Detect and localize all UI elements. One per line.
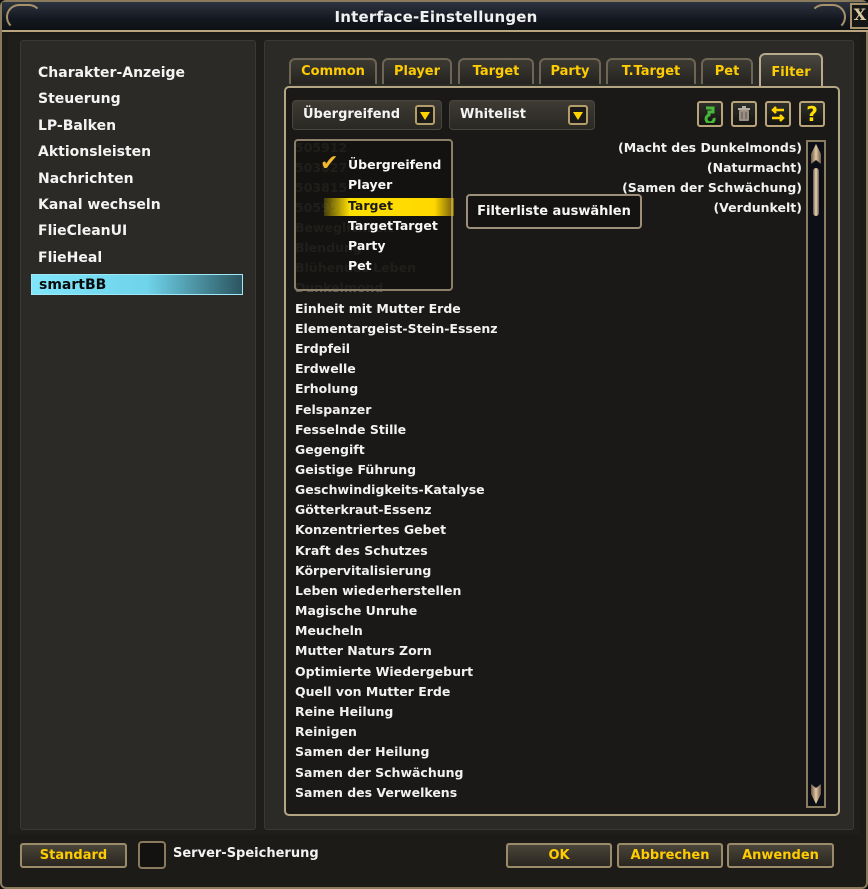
tab-target[interactable]: Target <box>458 58 534 84</box>
server-save-checkbox[interactable] <box>138 841 166 869</box>
list-item[interactable]: Gegengift <box>295 440 365 460</box>
right-list-item[interactable]: (Samen der Schwächung) <box>622 178 802 198</box>
delete-button[interactable] <box>731 101 757 127</box>
window-title: Interface-Einstellungen <box>334 8 538 26</box>
sidebar-item-nachrichten[interactable]: Nachrichten <box>31 169 243 190</box>
tab-party[interactable]: Party <box>539 58 601 84</box>
scope-select-value: Übergreifend <box>303 107 401 122</box>
right-list-item[interactable]: (Verdunkelt) <box>713 198 802 218</box>
list-item[interactable]: Geistige Führung <box>295 460 416 480</box>
list-item[interactable]: Götterkraut-Essenz <box>295 500 432 520</box>
list-item[interactable]: Körpervitalisierung <box>295 561 431 581</box>
dropdown-option-party[interactable]: Party <box>348 236 386 256</box>
scroll-up-arrow-icon[interactable] <box>811 144 821 164</box>
list-item[interactable]: Samen des Verwelkens <box>295 783 457 803</box>
ok-button[interactable]: OK <box>506 843 612 868</box>
list-item[interactable]: Konzentriertes Gebet <box>295 520 446 540</box>
tab-player[interactable]: Player <box>382 58 452 84</box>
mode-select-value: Whitelist <box>460 107 526 122</box>
tab-common[interactable]: Common <box>289 58 377 84</box>
swap-button[interactable] <box>765 101 791 127</box>
sidebar-item-lp-balken[interactable]: LP-Balken <box>31 116 243 137</box>
list-item[interactable]: Optimierte Wiedergeburt <box>295 662 473 682</box>
chevron-down-icon[interactable] <box>415 105 435 125</box>
right-list-item[interactable]: (Naturmacht) <box>707 158 802 178</box>
list-item[interactable]: Felspanzer <box>295 400 371 420</box>
reset-button[interactable] <box>697 101 723 127</box>
list-item[interactable]: Fesselnde Stille <box>295 420 406 440</box>
right-list-item[interactable]: (Macht des Dunkelmonds) <box>618 138 802 158</box>
standard-button[interactable]: Standard <box>20 843 127 868</box>
list-item[interactable]: Erdwelle <box>295 359 356 379</box>
sidebar-item-charakter-anzeige[interactable]: Charakter-Anzeige <box>31 63 243 84</box>
list-item[interactable]: Leben wiederherstellen <box>295 581 461 601</box>
sidebar-item-aktionsleisten[interactable]: Aktionsleisten <box>31 142 243 163</box>
scrollbar-thumb[interactable] <box>813 168 819 216</box>
list-item[interactable]: Reine Heilung <box>295 702 393 722</box>
trash-icon <box>738 106 750 121</box>
undo-arrow-icon <box>704 106 716 125</box>
scope-select[interactable]: Übergreifend <box>292 100 442 130</box>
sidebar-item-fliecleanui[interactable]: FlieCleanUI <box>31 221 243 242</box>
close-button[interactable]: X <box>850 3 868 29</box>
list-item[interactable]: Samen der Heilung <box>295 742 429 762</box>
list-item[interactable]: Meucheln <box>295 621 363 641</box>
sidebar-item-kanal-wechseln[interactable]: Kanal wechseln <box>31 195 243 216</box>
tab-ttarget[interactable]: T.Target <box>606 58 696 84</box>
list-item[interactable]: Elementargeist-Stein-Essenz <box>295 319 498 339</box>
dropdown-option-uebergreifend[interactable]: Übergreifend <box>348 155 441 175</box>
sidebar-item-steuerung[interactable]: Steuerung <box>31 89 243 110</box>
list-item[interactable]: Erdpfeil <box>295 339 350 359</box>
swap-arrows-icon <box>771 106 785 122</box>
list-item[interactable]: Geschwindigkeits-Katalyse <box>295 480 485 500</box>
help-button[interactable]: ? <box>799 101 825 127</box>
sidebar-item-flieheal[interactable]: FlieHeal <box>31 248 243 269</box>
dropdown-option-target[interactable]: Target <box>348 196 393 216</box>
dropdown-option-pet[interactable]: Pet <box>348 256 372 276</box>
list-item[interactable]: Kraft des Schutzes <box>295 541 428 561</box>
tab-pet[interactable]: Pet <box>701 58 753 84</box>
title-bar[interactable]: Interface-Einstellungen X <box>2 2 868 32</box>
list-item[interactable]: Einheit mit Mutter Erde <box>295 299 461 319</box>
mode-select[interactable]: Whitelist <box>449 100 595 130</box>
close-icon: X <box>853 5 867 24</box>
dropdown-option-targettarget[interactable]: TargetTarget <box>348 216 438 236</box>
cancel-button[interactable]: Abbrechen <box>617 843 723 868</box>
list-item[interactable]: Reinigen <box>295 722 357 742</box>
dropdown-option-player[interactable]: Player <box>348 175 392 195</box>
scroll-down-arrow-icon[interactable] <box>811 784 821 804</box>
question-mark-icon: ? <box>806 102 818 126</box>
corner-ornament-right <box>810 4 846 30</box>
tab-filter[interactable]: Filter <box>759 53 823 86</box>
scope-dropdown-menu: ✔ Übergreifend Player Target TargetTarge… <box>294 139 454 291</box>
list-item[interactable]: Mutter Naturs Zorn <box>295 641 432 661</box>
list-item[interactable]: Quell von Mutter Erde <box>295 682 450 702</box>
apply-button[interactable]: Anwenden <box>727 843 834 868</box>
sidebar-item-smartbb[interactable]: smartBB <box>31 274 243 295</box>
list-item[interactable]: Samen der Schwächung <box>295 763 463 783</box>
chevron-down-icon[interactable] <box>568 105 588 125</box>
list-item[interactable]: Erholung <box>295 379 358 399</box>
list-item[interactable]: Magische Unruhe <box>295 601 417 621</box>
list-scrollbar[interactable] <box>806 140 826 808</box>
checkmark-icon: ✔ <box>320 151 339 176</box>
tooltip: Filterliste auswählen <box>466 194 642 229</box>
server-save-label: Server-Speicherung <box>173 846 319 861</box>
